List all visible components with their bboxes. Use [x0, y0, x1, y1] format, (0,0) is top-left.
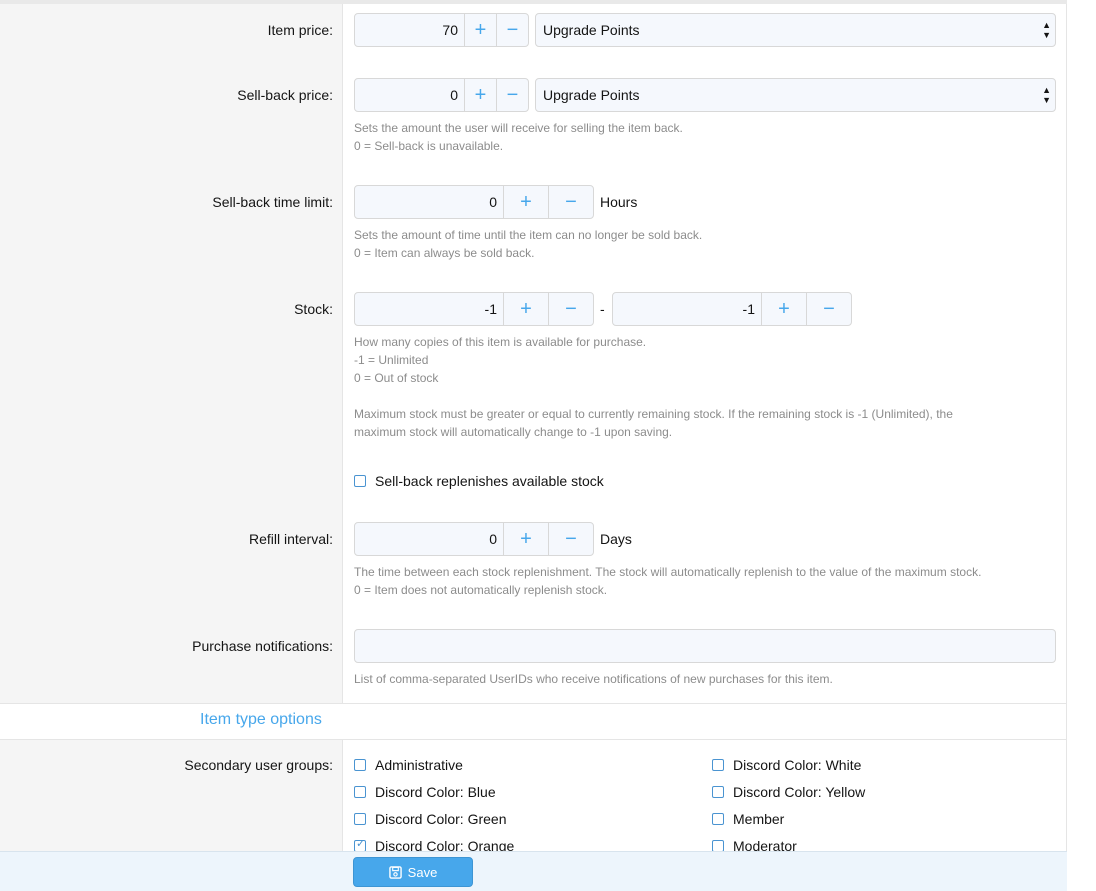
- minus-icon[interactable]: −: [548, 523, 593, 555]
- stock-hint-3: 0 = Out of stock: [354, 371, 439, 385]
- hours-unit: Hours: [600, 194, 638, 210]
- stock-hint-4: Maximum stock must be greater or equal t…: [354, 407, 953, 421]
- section-title-item-type-options: Item type options: [200, 711, 322, 728]
- checkbox-icon[interactable]: [712, 786, 724, 798]
- purchase-notifications-hint: List of comma-separated UserIDs who rece…: [354, 672, 833, 686]
- sell-back-currency-value: Upgrade Points: [543, 87, 640, 103]
- stock-min-stepper: -1 + −: [354, 292, 594, 326]
- group-label: Member: [733, 811, 785, 827]
- sell-back-price-label: Sell-back price:: [237, 87, 333, 103]
- minus-icon[interactable]: −: [548, 293, 593, 325]
- item-price-currency-select[interactable]: Upgrade Points ▲ ▼: [535, 13, 1056, 47]
- purchase-notifications-label: Purchase notifications:: [192, 638, 333, 654]
- secondary-user-groups-label: Secondary user groups:: [184, 757, 333, 773]
- stock-hint-5: maximum stock will automatically change …: [354, 425, 673, 439]
- refill-interval-input[interactable]: 0: [355, 523, 503, 555]
- stock-max-stepper: -1 + −: [612, 292, 852, 326]
- group-label: Administrative: [375, 757, 463, 773]
- minus-icon[interactable]: −: [806, 293, 851, 325]
- checkbox-icon[interactable]: [712, 759, 724, 771]
- stock-remaining-input[interactable]: -1: [355, 293, 503, 325]
- stock-hint-2: -1 = Unlimited: [354, 353, 429, 367]
- sell-back-price-hint-2: 0 = Sell-back is unavailable.: [354, 139, 504, 153]
- group-checkbox-discord-green[interactable]: Discord Color: Green: [354, 811, 507, 827]
- sell-back-time-input[interactable]: 0: [355, 186, 503, 218]
- minus-icon[interactable]: −: [496, 79, 528, 111]
- refill-interval-hint-2: 0 = Item does not automatically replenis…: [354, 583, 608, 597]
- item-price-currency-value: Upgrade Points: [543, 22, 640, 38]
- plus-icon[interactable]: +: [761, 293, 806, 325]
- group-checkbox-administrative[interactable]: Administrative: [354, 757, 463, 773]
- sell-back-price-input[interactable]: 0: [355, 79, 464, 111]
- chevron-updown-icon: ▲ ▼: [1042, 20, 1051, 40]
- refill-interval-label: Refill interval:: [248, 531, 333, 547]
- sell-back-time-hint: Sets the amount of time until the item c…: [354, 228, 703, 242]
- save-button-label: Save: [407, 864, 438, 880]
- sell-back-price-stepper: 0 + −: [354, 78, 529, 112]
- stock-label: Stock:: [294, 301, 333, 317]
- group-checkbox-member[interactable]: Member: [712, 811, 784, 827]
- stock-maximum-input[interactable]: -1: [613, 293, 761, 325]
- sell-back-price-hint: Sets the amount the user will receive fo…: [354, 121, 683, 135]
- group-label: Discord Color: Green: [375, 811, 507, 827]
- group-checkbox-discord-white[interactable]: Discord Color: White: [712, 757, 861, 773]
- checkbox-icon[interactable]: [354, 475, 366, 487]
- checkbox-icon[interactable]: [354, 813, 366, 825]
- plus-icon[interactable]: +: [503, 293, 548, 325]
- sell-back-time-hint-2: 0 = Item can always be sold back.: [354, 246, 535, 260]
- refill-interval-stepper: 0 + −: [354, 522, 594, 556]
- sell-back-time-limit-label: Sell-back time limit:: [212, 194, 333, 210]
- sell-back-replenishes-checkbox[interactable]: Sell-back replenishes available stock: [354, 473, 604, 489]
- section-divider-top: [0, 703, 1067, 704]
- plus-icon[interactable]: +: [503, 186, 548, 218]
- item-price-label: Item price:: [267, 22, 333, 38]
- item-price-stepper: 70 + −: [354, 13, 529, 47]
- checkbox-icon[interactable]: [712, 813, 724, 825]
- minus-icon[interactable]: −: [548, 186, 593, 218]
- sell-back-currency-select[interactable]: Upgrade Points ▲ ▼: [535, 78, 1056, 112]
- chevron-updown-icon: ▲ ▼: [1042, 85, 1051, 105]
- purchase-notifications-input[interactable]: [354, 629, 1056, 663]
- label-column: [0, 4, 343, 703]
- group-checkbox-discord-blue[interactable]: Discord Color: Blue: [354, 784, 496, 800]
- form-submit-bar: [0, 851, 1067, 891]
- refill-interval-hint: The time between each stock replenishmen…: [354, 565, 982, 579]
- group-label: Discord Color: Yellow: [733, 784, 866, 800]
- stock-range-separator: -: [600, 301, 605, 317]
- days-unit: Days: [600, 531, 632, 547]
- item-price-input[interactable]: 70: [355, 14, 464, 46]
- sell-back-time-stepper: 0 + −: [354, 185, 594, 219]
- checkbox-icon[interactable]: [354, 786, 366, 798]
- sell-back-replenishes-label: Sell-back replenishes available stock: [375, 473, 604, 489]
- group-label: Discord Color: Blue: [375, 784, 496, 800]
- floppy-disk-icon: [388, 865, 402, 879]
- group-label: Discord Color: White: [733, 757, 862, 773]
- checkbox-icon[interactable]: [354, 759, 366, 771]
- group-checkbox-discord-yellow[interactable]: Discord Color: Yellow: [712, 784, 865, 800]
- plus-icon[interactable]: +: [464, 79, 496, 111]
- plus-icon[interactable]: +: [464, 14, 496, 46]
- plus-icon[interactable]: +: [503, 523, 548, 555]
- stock-hint: How many copies of this item is availabl…: [354, 335, 647, 349]
- save-button[interactable]: Save: [353, 857, 473, 887]
- minus-icon[interactable]: −: [496, 14, 528, 46]
